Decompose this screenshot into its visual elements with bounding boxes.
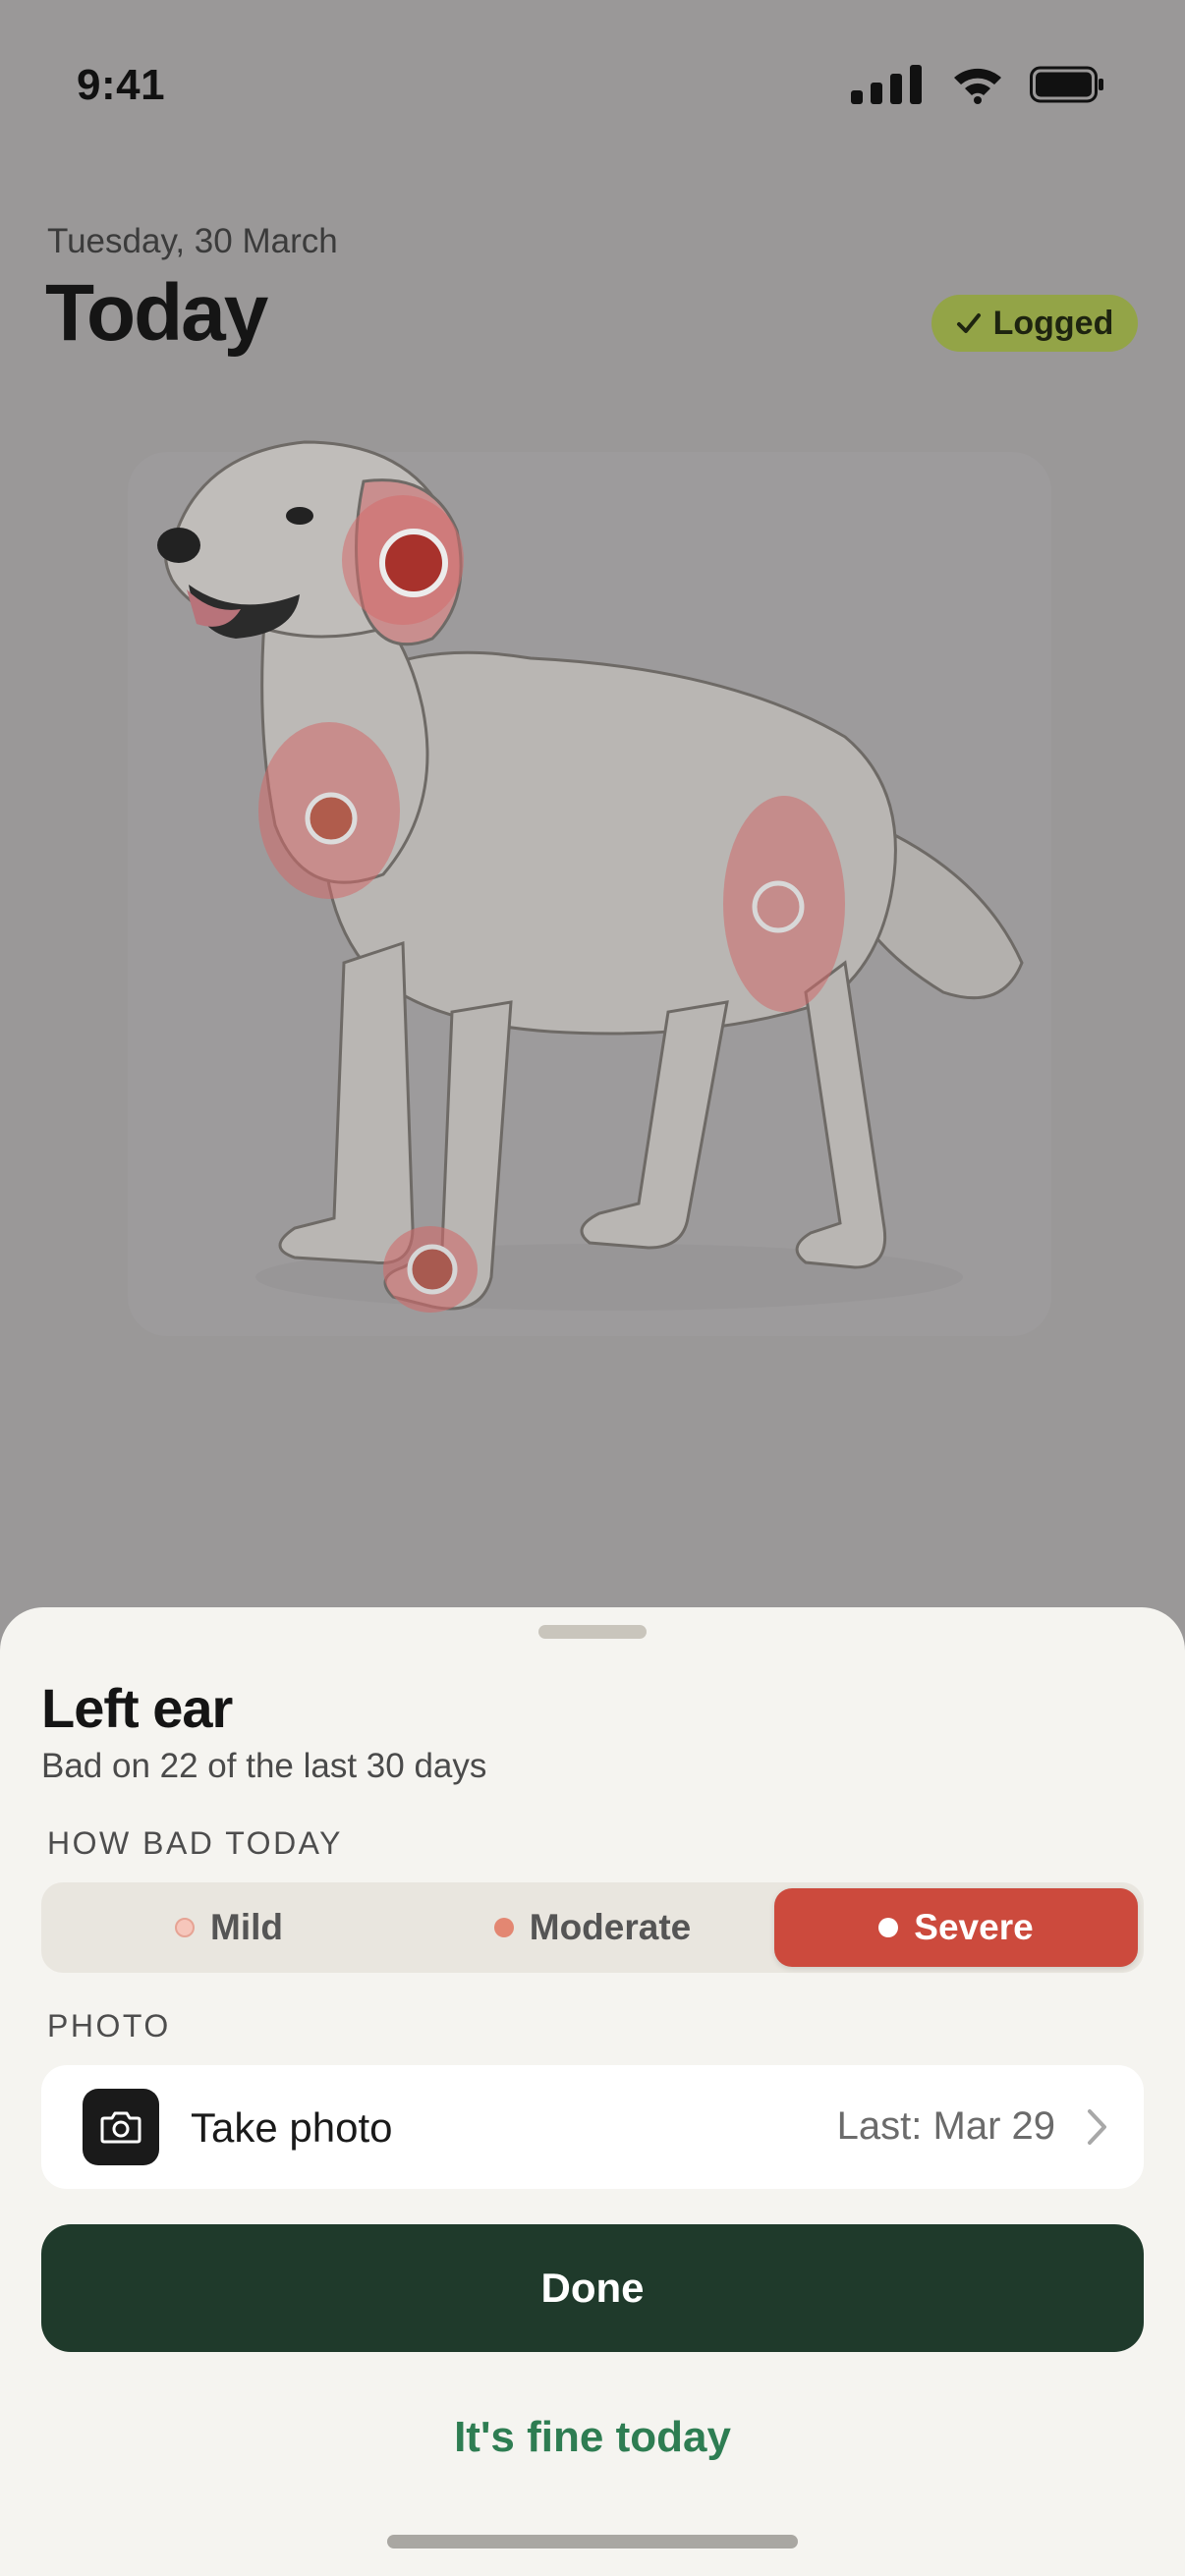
severity-segmented-control[interactable]: Mild Moderate Severe xyxy=(41,1882,1144,1973)
severe-dot-icon xyxy=(878,1918,899,1937)
date-label: Tuesday, 30 March xyxy=(47,222,338,260)
status-icons xyxy=(851,65,1104,104)
bottom-sheet: Left ear Bad on 22 of the last 30 days H… xyxy=(0,1607,1185,2576)
sheet-title: Left ear xyxy=(41,1677,233,1739)
wifi-icon xyxy=(954,68,1001,104)
camera-icon xyxy=(83,2089,159,2165)
severity-option-severe[interactable]: Severe xyxy=(774,1888,1138,1967)
sheet-subtitle: Bad on 22 of the last 30 days xyxy=(41,1747,487,1785)
its-fine-today-button[interactable]: It's fine today xyxy=(0,2413,1185,2462)
severity-option-label: Moderate xyxy=(529,1907,692,1947)
logged-badge-label: Logged xyxy=(992,304,1114,342)
severity-option-moderate[interactable]: Moderate xyxy=(411,1888,774,1967)
sheet-grabber-handle[interactable] xyxy=(538,1625,647,1639)
done-button[interactable]: Done xyxy=(41,2224,1144,2352)
last-photo-date: Last: Mar 29 xyxy=(836,2104,1055,2148)
home-indicator[interactable] xyxy=(387,2535,798,2548)
battery-icon xyxy=(1030,66,1103,103)
take-photo-row[interactable]: Take photo Last: Mar 29 xyxy=(41,2065,1144,2189)
mild-dot-icon xyxy=(175,1918,195,1937)
logged-badge: Logged xyxy=(931,295,1138,352)
photo-section-label: PHOTO xyxy=(47,2008,171,2044)
page-title: Today xyxy=(45,268,268,358)
severity-section-label: HOW BAD TODAY xyxy=(47,1825,343,1861)
marker-left-ear[interactable] xyxy=(379,529,448,597)
checkmark-icon xyxy=(956,313,981,333)
dog-body-map[interactable] xyxy=(118,413,1061,1356)
take-photo-label: Take photo xyxy=(191,2104,393,2151)
status-time: 9:41 xyxy=(77,61,166,109)
dog-illustration xyxy=(128,440,1051,1336)
moderate-dot-icon xyxy=(493,1918,514,1937)
severity-option-label: Mild xyxy=(210,1907,283,1947)
marker-chest[interactable] xyxy=(305,792,358,845)
severity-option-label: Severe xyxy=(914,1907,1034,1947)
severity-option-mild[interactable]: Mild xyxy=(47,1888,411,1967)
chevron-right-icon xyxy=(1088,2109,1106,2145)
marker-front-paw[interactable] xyxy=(407,1244,458,1295)
status-bar: 9:41 xyxy=(0,0,1185,177)
cellular-signal-icon xyxy=(851,65,922,104)
